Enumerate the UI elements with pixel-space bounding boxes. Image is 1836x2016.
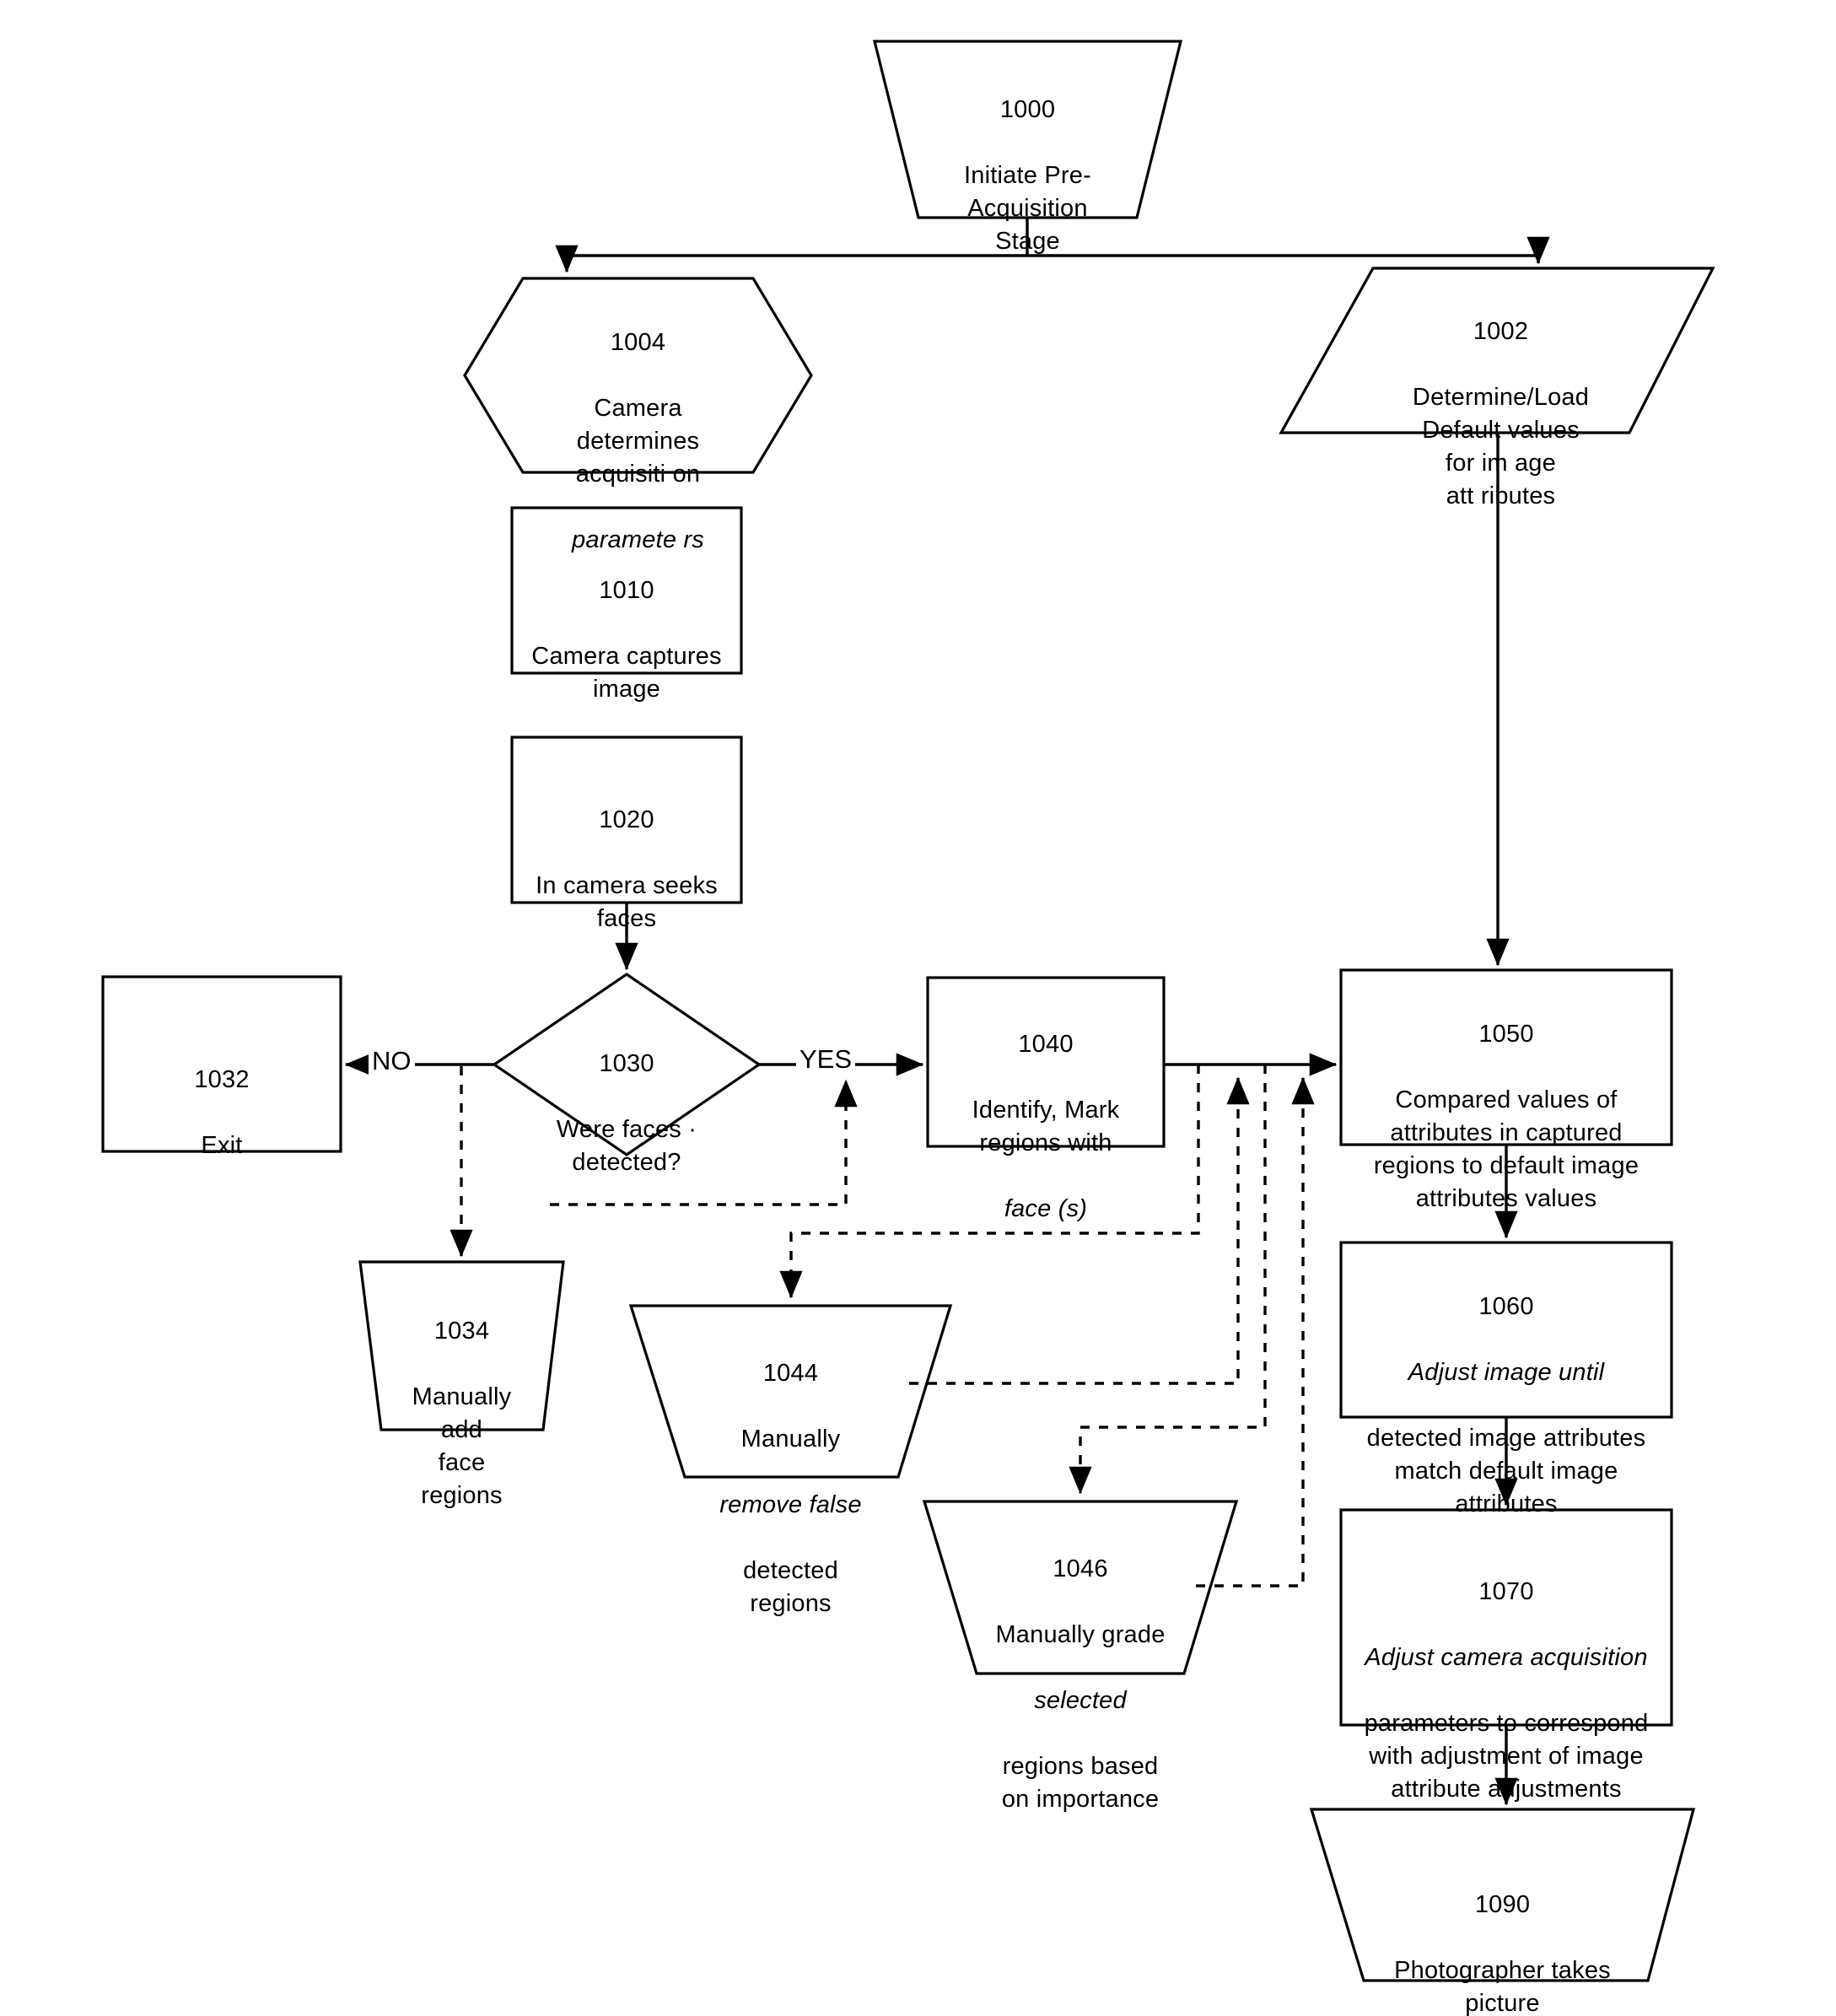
node-1070-id: 1070: [1478, 1578, 1534, 1605]
node-1032-label: 1032 Exit: [103, 1031, 341, 1195]
node-1070-label: 1070 Adjust camera acquisition parameter…: [1338, 1543, 1675, 1839]
node-1050-id: 1050: [1478, 1021, 1534, 1048]
node-1004-id: 1004: [610, 329, 666, 356]
node-1090-id: 1090: [1474, 1891, 1531, 1918]
node-1050-body: Compared values of attributes in captured…: [1373, 1086, 1639, 1212]
node-1044-italic: remove false: [719, 1491, 862, 1518]
node-1002-label: 1002 Determine/Load Default values for im …: [1343, 283, 1658, 546]
node-1010-body: Camera captures image: [531, 643, 722, 703]
node-1060-post: detected image attributes match default i…: [1366, 1425, 1646, 1517]
node-1050-label: 1050 Compared values of attributes in cap…: [1341, 985, 1672, 1248]
node-1034-body: Manually add face regions: [412, 1383, 512, 1509]
flowchart-canvas: 1000 Initiate Pre- Acquisition Stage 1004 …: [0, 0, 1836, 2016]
node-1030-body: Were faces · detected?: [556, 1116, 697, 1176]
node-1000-body: Initiate Pre- Acquisition Stage: [964, 162, 1091, 255]
node-1020-id: 1020: [599, 806, 654, 833]
node-1040-id: 1040: [1018, 1031, 1074, 1058]
node-1044-post: detected regions: [743, 1557, 838, 1617]
node-1034-label: 1034 Manually add face regions: [360, 1282, 563, 1545]
node-1020-label: 1020 In camera seeks faces: [506, 771, 747, 968]
node-1040-italic: face (s): [1004, 1195, 1088, 1222]
edge-label-no: NO: [369, 1046, 415, 1076]
node-1070-italic: Adjust camera acquisition: [1365, 1644, 1648, 1671]
node-1070-post: parameters to correspond with adjustment …: [1364, 1710, 1649, 1803]
node-1046-italic: selected: [1034, 1687, 1127, 1714]
node-1044-label: 1044 Manually remove false detected regio…: [631, 1324, 950, 1653]
node-1000-label: 1000 Initiate Pre- Acquisition Stage: [875, 61, 1181, 291]
node-1044-pre: Manually: [740, 1426, 841, 1453]
node-1060-italic: Adjust image until: [1408, 1359, 1605, 1386]
node-1034-id: 1034: [433, 1318, 490, 1345]
node-1032-body: Exit: [201, 1132, 243, 1159]
node-1002-body: Determine/Load Default values for im age at…: [1412, 384, 1590, 509]
node-1060-id: 1060: [1478, 1293, 1534, 1320]
node-1046-pre: Manually grade: [995, 1621, 1166, 1648]
node-1030-id: 1030: [599, 1050, 654, 1077]
node-1000-id: 1000: [999, 96, 1056, 123]
node-1090-label: 1090 Photographer takes picture: [1311, 1856, 1693, 2016]
node-1060-label: 1060 Adjust image until detected image a…: [1341, 1258, 1672, 1554]
node-1040-label: 1040 Identify, Mark regions with face (s): [928, 995, 1164, 1259]
node-1032-id: 1032: [194, 1066, 250, 1093]
edge-label-yes: YES: [796, 1044, 856, 1075]
node-1004-body: Camera determines acquisiti on: [575, 395, 701, 488]
node-1030-label: 1030 Were faces · detected?: [496, 1015, 757, 1212]
node-1046-id: 1046: [1053, 1555, 1108, 1582]
node-1020-body: In camera seeks faces: [536, 872, 718, 932]
node-1002-id: 1002: [1473, 318, 1529, 345]
node-1046-post: regions based on importance: [1001, 1753, 1160, 1813]
node-1010-label: 1010 Camera captures image: [506, 542, 747, 739]
node-1090-body: Photographer takes picture: [1394, 1957, 1611, 2016]
node-1044-id: 1044: [762, 1360, 819, 1387]
node-1040-body: Identify, Mark regions with: [972, 1097, 1120, 1156]
node-1010-id: 1010: [599, 577, 654, 604]
node-1046-label: 1046 Manually grade selected regions bas…: [924, 1520, 1236, 1849]
